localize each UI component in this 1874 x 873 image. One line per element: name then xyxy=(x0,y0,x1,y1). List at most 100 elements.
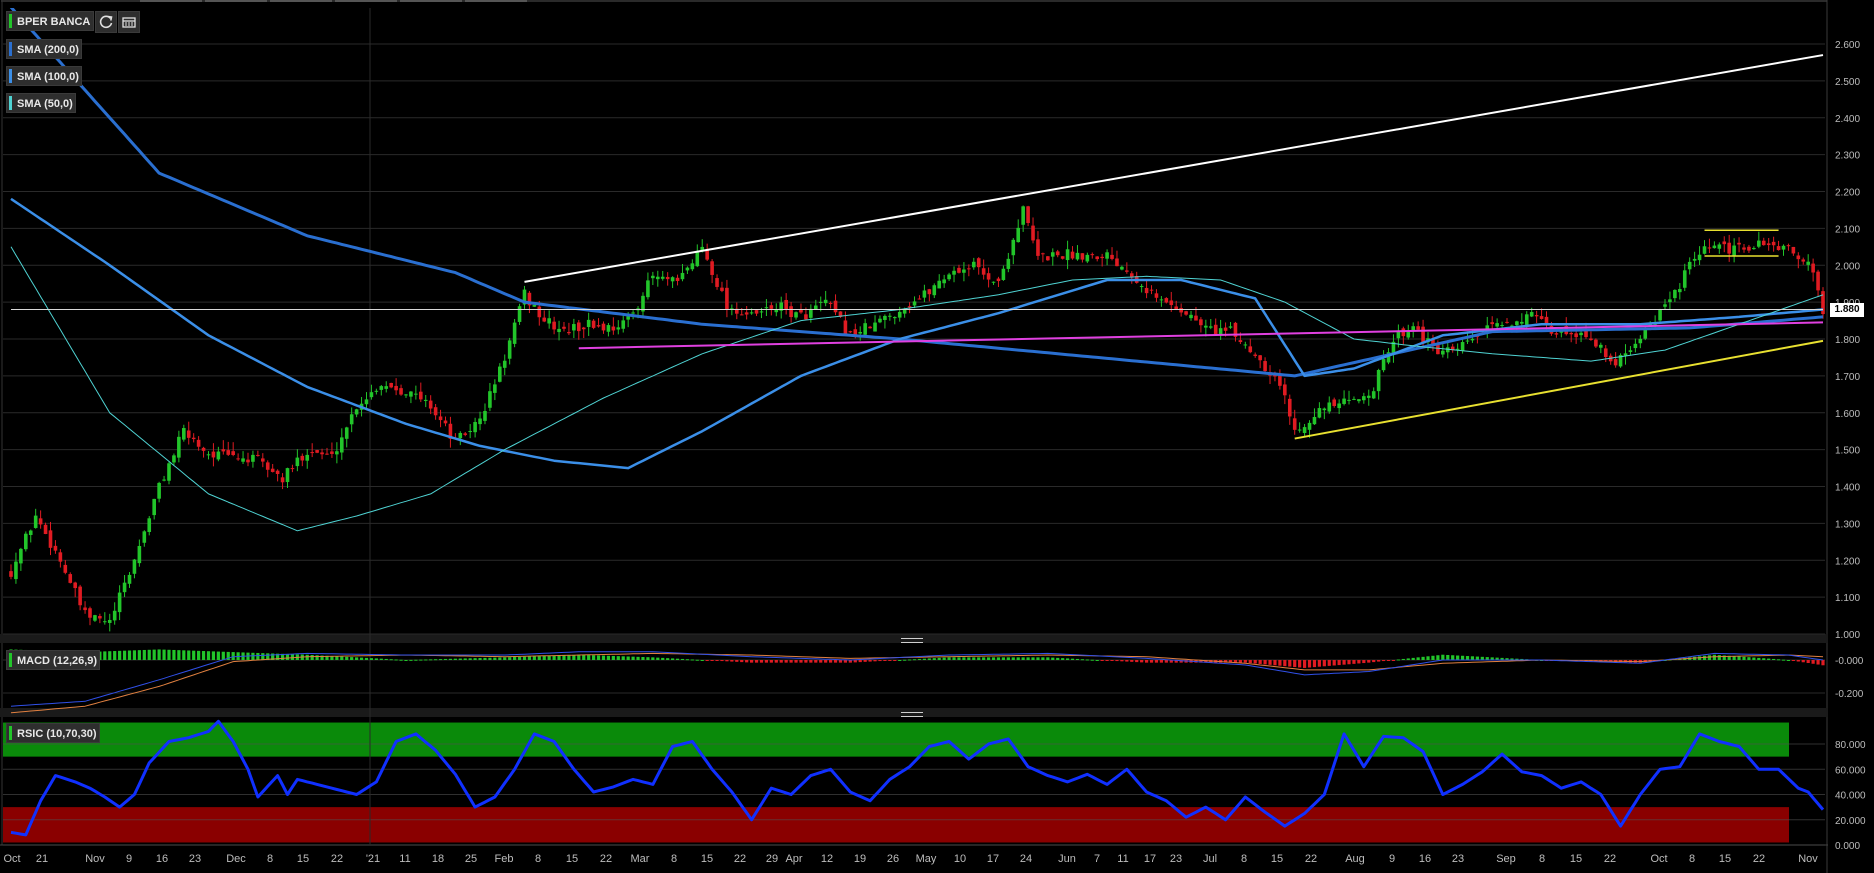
candle-body xyxy=(1194,315,1198,321)
candle-body xyxy=(404,394,408,396)
candle-body xyxy=(1460,342,1465,351)
macd-histogram-bar xyxy=(488,657,492,660)
macd-histogram-bar xyxy=(162,649,166,660)
main-legend-label: BPER BANCA xyxy=(17,16,91,28)
candle-body xyxy=(922,290,927,298)
x-tick-label: Oct xyxy=(3,853,20,865)
candle-body xyxy=(601,323,606,331)
main-y-tick-label: 1.000 xyxy=(1835,630,1860,641)
candle-body xyxy=(1144,287,1149,294)
macd-histogram-bar xyxy=(483,657,487,660)
candle-body xyxy=(952,270,956,275)
candle-body xyxy=(1816,271,1820,291)
candle-body xyxy=(552,321,556,330)
macd-legend[interactable]: MACD (12,26,9) xyxy=(6,650,100,670)
candle-body xyxy=(251,454,255,462)
macd-histogram-bar xyxy=(1041,657,1045,660)
candle-body xyxy=(789,306,793,318)
candle-body xyxy=(1050,252,1055,257)
macd-histogram-bar xyxy=(167,649,171,660)
candle-body xyxy=(892,317,897,319)
candle-body xyxy=(1016,227,1021,243)
macd-histogram-bar xyxy=(656,657,660,660)
macd-histogram-bar xyxy=(1263,660,1267,665)
candle-body xyxy=(1643,329,1648,339)
candle-body xyxy=(310,452,314,454)
macd-histogram-bar xyxy=(498,657,502,660)
candle-body xyxy=(572,324,576,331)
calendar-icon xyxy=(122,17,136,28)
macd-histogram-bar xyxy=(192,650,196,660)
macd-histogram-bar xyxy=(804,660,808,663)
candle-body xyxy=(1357,399,1361,402)
macd-histogram-bar xyxy=(147,649,151,660)
macd-histogram-bar xyxy=(666,658,670,660)
macd-histogram-bar xyxy=(789,660,793,663)
macd-histogram-bar xyxy=(513,657,517,660)
sma100-legend[interactable]: SMA (100,0) xyxy=(6,66,82,86)
macd-histogram-bar xyxy=(735,660,739,662)
candle-body xyxy=(1164,298,1169,303)
candle-body xyxy=(596,325,601,327)
candle-body xyxy=(344,427,349,439)
candle-body xyxy=(1169,300,1174,306)
candle-body xyxy=(512,322,517,344)
candle-body xyxy=(1055,251,1060,256)
macd-histogram-bar xyxy=(1796,660,1800,662)
candle-body xyxy=(562,326,566,329)
candle-body xyxy=(1036,239,1040,256)
candle-body xyxy=(823,299,828,304)
candle-body xyxy=(1001,268,1006,280)
candle-body xyxy=(58,552,63,562)
main-legend[interactable]: BPER BANCA xyxy=(6,11,94,31)
candle-body xyxy=(1658,309,1662,321)
candle-body xyxy=(1085,254,1090,262)
candle-body xyxy=(557,328,561,333)
macd-histogram-bar xyxy=(863,660,867,662)
candle-body xyxy=(33,515,38,528)
candle-body xyxy=(48,530,53,548)
sma200-legend[interactable]: SMA (200,0) xyxy=(6,39,82,59)
macd-histogram-bar xyxy=(424,659,428,661)
macd-histogram-bar xyxy=(434,659,438,661)
macd-histogram-bar xyxy=(1061,658,1065,660)
candle-body xyxy=(201,447,206,451)
macd-histogram-bar xyxy=(1288,660,1292,667)
rsi-legend[interactable]: RSIC (10,70,30) xyxy=(6,723,100,743)
macd-histogram-bar xyxy=(394,659,398,661)
candle-body xyxy=(285,468,290,483)
x-tick-label: 16 xyxy=(156,853,168,865)
calendar-button[interactable] xyxy=(118,11,140,33)
chart-canvas[interactable]: 1.000 1.100 1.200 1.300 1.400 1.500 1.600 1.700… xyxy=(0,0,1874,873)
candle-body xyxy=(507,340,512,359)
candle-body xyxy=(364,399,369,405)
refresh-button[interactable] xyxy=(95,11,117,33)
macd-histogram-bar xyxy=(1372,660,1376,663)
candle-body xyxy=(502,360,507,368)
candle-body xyxy=(172,455,176,463)
sma50-legend[interactable]: SMA (50,0) xyxy=(6,93,76,113)
macd-histogram-bar xyxy=(1154,660,1159,663)
macd-histogram-bar xyxy=(972,657,976,660)
main-y-tick-label: 1.300 xyxy=(1835,519,1860,530)
candle-body xyxy=(1766,243,1771,246)
macd-histogram-bar xyxy=(1307,660,1312,668)
candle-body xyxy=(1120,266,1124,270)
rsi-pane-resize-handle[interactable] xyxy=(901,712,923,717)
candle-body xyxy=(576,322,581,332)
candle-body xyxy=(103,621,107,623)
macd-histogram-bar xyxy=(710,660,714,661)
candle-body xyxy=(1060,256,1065,259)
candle-body xyxy=(1366,395,1371,398)
candle-body xyxy=(1761,240,1766,246)
x-tick-label: 11 xyxy=(1117,853,1128,865)
candle-body xyxy=(493,384,497,393)
candle-body xyxy=(211,451,216,458)
candle-body xyxy=(1189,314,1193,319)
candle-body xyxy=(369,392,374,398)
macd-histogram-bar xyxy=(828,660,833,663)
macd-histogram-bar xyxy=(216,651,220,660)
macd-histogram-bar xyxy=(932,658,936,660)
candle-body xyxy=(1539,316,1544,319)
macd-pane-resize-handle[interactable] xyxy=(901,638,923,643)
